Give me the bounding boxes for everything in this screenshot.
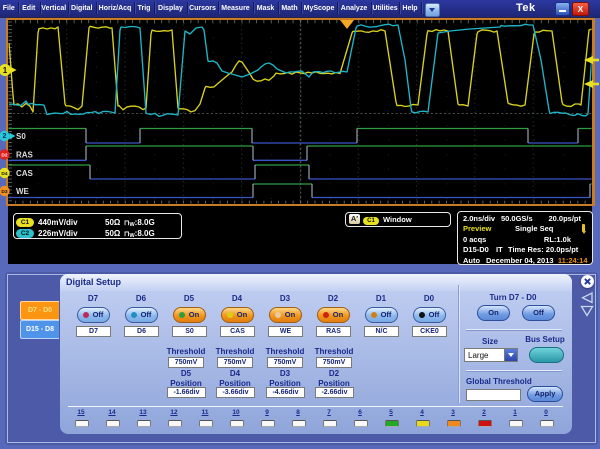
svg-text:1: 1 [3,66,8,75]
svg-text:S0: S0 [16,132,26,141]
svg-text:RAS: RAS [16,151,34,160]
svg-text:D2: D2 [1,152,7,158]
svg-text:WE: WE [16,187,30,196]
svg-text:D4: D4 [1,171,7,177]
svg-text:D3: D3 [1,189,7,195]
svg-text:2: 2 [3,133,7,140]
svg-text:CAS: CAS [16,169,34,178]
